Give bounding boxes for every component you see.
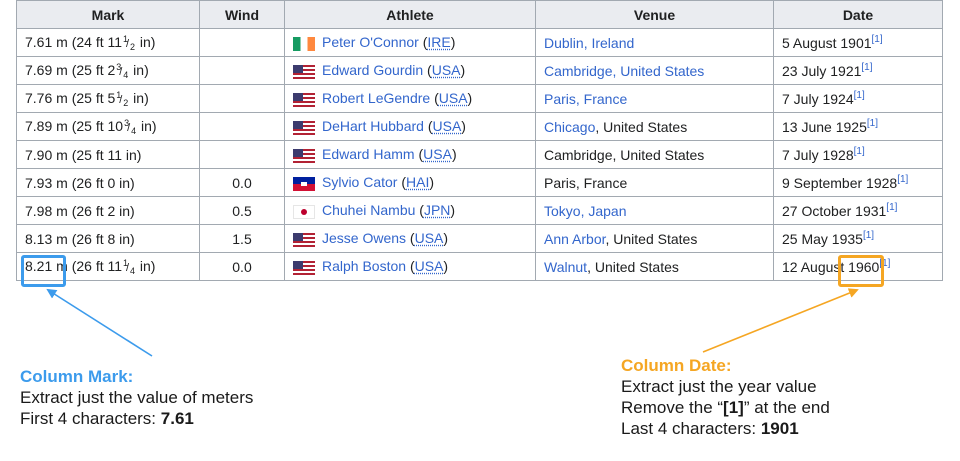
date-annotation-title: Column Date: — [621, 356, 732, 375]
mark-annotation-line1: Extract just the value of meters — [20, 388, 254, 407]
date-annotation-line2: Remove the “[1]” at the end — [621, 398, 830, 417]
date-arrow — [702, 288, 859, 353]
mark-annotation-line2: First 4 characters: 7.61 — [20, 409, 194, 428]
mark-arrow — [46, 288, 153, 357]
date-annotation: Column Date: Extract just the year value… — [621, 355, 830, 439]
mark-annotation-title: Column Mark: — [20, 367, 134, 386]
mark-annotation: Column Mark: Extract just the value of m… — [20, 366, 253, 429]
date-annotation-line3: Last 4 characters: 1901 — [621, 419, 799, 438]
date-annotation-line1: Extract just the year value — [621, 377, 817, 396]
